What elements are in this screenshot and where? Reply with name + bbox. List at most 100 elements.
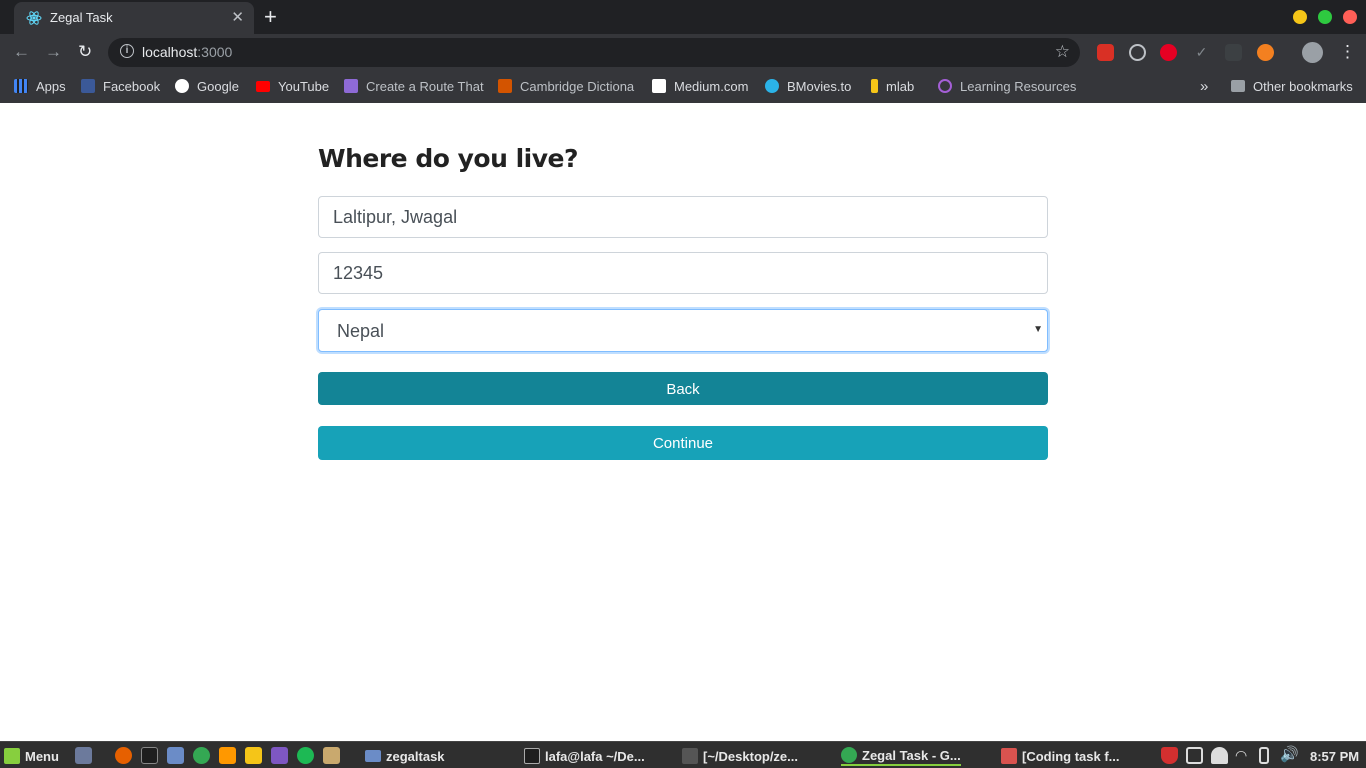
extension-icon-1[interactable] [1097,44,1114,61]
browser-chrome: Zegal Task ✕ + ← → ↻ i localhost:3000 ☆ … [0,0,1366,103]
firefox-icon[interactable] [115,747,132,764]
bookmark-label: YouTube [278,78,330,94]
cloud-icon [344,79,358,93]
bookmark-label: Create a Route That [366,78,484,94]
google-icon [175,79,189,93]
info-icon[interactable]: i [120,44,134,58]
close-icon[interactable]: ✕ [231,8,244,26]
taskbar-window-sublime[interactable]: [~/Desktop/ze... [682,746,798,766]
menu-label: Menu [25,748,59,764]
address-bar[interactable]: i localhost:3000 ☆ [108,38,1080,67]
medium-icon [652,79,666,93]
new-tab-button[interactable]: + [264,4,277,30]
target-extension-icon[interactable] [1129,44,1146,61]
start-menu-button[interactable]: Menu [4,746,59,766]
chrome-icon [841,747,857,763]
more-menu-icon[interactable]: ⋮ [1339,42,1356,62]
files-icon[interactable] [167,747,184,764]
taskbar-window-label: [Coding task f... [1022,748,1120,764]
taskbar-window-terminal[interactable]: lafa@lafa ~/De... [524,746,645,766]
bookmark-google[interactable]: Google [175,77,239,95]
bookmark-learning-resources[interactable]: Learning Resources [938,77,1076,95]
more-bookmarks-button[interactable]: » [1200,77,1208,95]
shield-icon[interactable] [1161,747,1178,764]
url-host: localhost [142,44,198,60]
url-port: :3000 [197,44,233,60]
bookmark-label: Google [197,78,239,94]
taskbar-window-label: zegaltask [386,748,445,764]
volume-icon[interactable]: 🔊 [1280,745,1299,763]
clock[interactable]: 8:57 PM [1310,746,1359,766]
bookmark-label: Learning Resources [960,78,1077,94]
facebook-icon [81,79,95,93]
bookmark-label: Cambridge Dictiona [520,78,635,94]
clipboard-icon[interactable] [1186,747,1203,764]
bookmark-label: Facebook [103,78,161,94]
forward-arrow-icon[interactable]: → [45,42,62,62]
bookmark-youtube[interactable]: YouTube [256,77,329,95]
profile-avatar[interactable] [1302,42,1323,63]
extension-icon-5[interactable] [1225,44,1242,61]
battery-icon[interactable] [1259,747,1269,764]
bookmark-apps[interactable]: Apps [14,77,66,95]
zip-code-field[interactable] [318,252,1048,294]
mint-logo-icon [4,748,20,764]
back-arrow-icon[interactable]: ← [13,42,30,62]
sublime-launcher-icon[interactable] [219,747,236,764]
taskbar-window-zegaltask[interactable]: zegaltask [365,746,445,766]
bookmark-label: Apps [36,78,66,94]
wifi-icon[interactable]: ◠ [1235,747,1252,764]
taskbar-window-label: Zegal Task - G... [862,747,961,763]
bookmarks-bar: Apps Facebook Google YouTube Create a Ro… [0,70,1366,103]
address-field[interactable] [318,196,1048,238]
page-title: Where do you live? [318,144,578,173]
navigation-bar: ← → ↻ i localhost:3000 ☆ ✓ ⋮ [0,34,1366,70]
other-bookmarks-folder[interactable]: Other bookmarks [1231,77,1353,95]
notes-icon[interactable] [245,747,262,764]
bookmark-cambridge[interactable]: Cambridge Dictiona [498,77,634,95]
show-desktop-icon[interactable] [75,747,92,764]
taskbar-window-label: [~/Desktop/ze... [703,748,798,764]
terminal-icon [524,748,540,764]
folder-icon [365,750,381,762]
bookmark-label: mlab [886,78,915,94]
other-bookmarks-label: Other bookmarks [1253,78,1353,94]
taskbar-window-document[interactable]: [Coding task f... [1001,746,1120,766]
minimize-button[interactable] [1293,10,1307,24]
bookmark-label: Medium.com [674,78,749,94]
document-icon [1001,748,1017,764]
bookmark-create-route[interactable]: Create a Route That [344,77,484,95]
chrome-launcher-icon[interactable] [193,747,210,764]
image-viewer-icon[interactable] [323,747,340,764]
play-icon [765,79,779,93]
tab-zegal-task[interactable]: Zegal Task ✕ [14,2,254,34]
youtube-icon [256,80,270,92]
maximize-button[interactable] [1318,10,1332,24]
reload-icon[interactable]: ↻ [78,42,92,62]
pinterest-icon[interactable] [1160,44,1177,61]
tab-title: Zegal Task [50,10,113,25]
country-selected-value: Nepal [337,321,385,341]
mlab-icon [871,79,878,93]
bookmark-medium[interactable]: Medium.com [652,77,748,95]
media-icon[interactable] [271,747,288,764]
bookmark-star-icon[interactable]: ☆ [1055,42,1070,62]
taskbar-window-chrome[interactable]: Zegal Task - G... [841,746,961,766]
react-icon [26,11,42,25]
spotify-icon[interactable] [297,747,314,764]
bookmark-bmovies[interactable]: BMovies.to [765,77,851,95]
folder-icon [1231,80,1245,92]
bookmark-label: BMovies.to [787,78,852,94]
close-window-button[interactable] [1343,10,1357,24]
checkmark-extension-icon[interactable]: ✓ [1193,44,1210,61]
graphql-icon [938,79,952,93]
dropdown-caret-icon: ▼ [1033,324,1043,335]
back-button[interactable]: Back [318,372,1048,405]
terminal-launcher-icon[interactable] [141,747,158,764]
country-select[interactable]: Nepal ▼ [318,309,1048,352]
extension-icon-6[interactable] [1257,44,1274,61]
bookmark-facebook[interactable]: Facebook [81,77,160,95]
user-icon[interactable] [1211,747,1228,764]
continue-button[interactable]: Continue [318,426,1048,460]
bookmark-mlab[interactable]: mlab [871,77,914,95]
